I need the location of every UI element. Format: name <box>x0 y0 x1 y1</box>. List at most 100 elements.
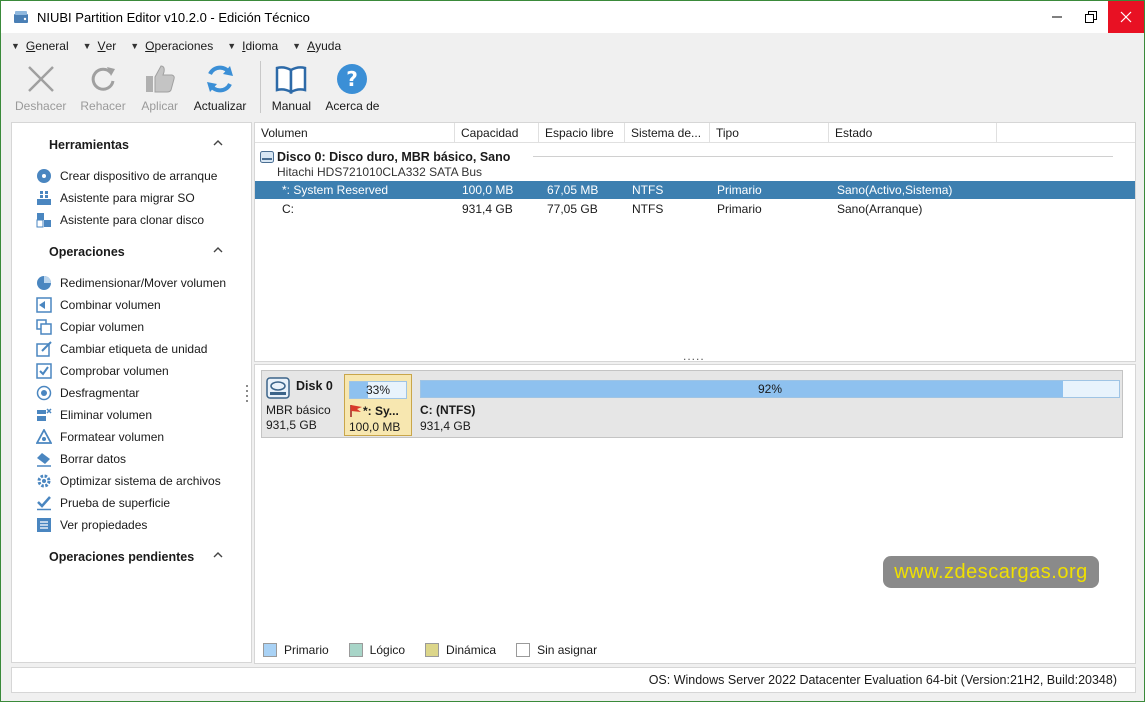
apply-button[interactable]: Aplicar <box>136 59 184 113</box>
legend-swatch <box>516 643 531 657</box>
task-resize-move[interactable]: Redimensionar/Mover volumen <box>36 273 226 293</box>
clone-icon <box>36 212 52 228</box>
menu-general-key: G <box>25 39 36 53</box>
about-button[interactable]: ? Acerca de <box>321 59 383 113</box>
eraser-icon <box>36 451 52 467</box>
task-defrag[interactable]: Desfragmentar <box>36 383 139 403</box>
disk-model: Hitachi HDS721010CLA332 SATA Bus <box>277 165 483 179</box>
help-icon: ? <box>332 59 372 99</box>
task-change-label[interactable]: Cambiar etiqueta de unidad <box>36 339 207 359</box>
refresh-button[interactable]: Actualizar <box>190 59 251 113</box>
divider <box>533 156 1113 157</box>
menu-operaciones[interactable]: ▼ Operaciones <box>130 39 213 53</box>
menu-ver[interactable]: ▼ Ver <box>83 39 117 53</box>
disk-bar[interactable]: Disk 0 MBR básico 931,5 GB 33% *: Sy... … <box>261 370 1123 438</box>
table-row[interactable]: *: System Reserved 100,0 MB 67,05 MB NTF… <box>255 181 1135 199</box>
menu-general-label: eneral <box>35 39 69 53</box>
pending-section-header[interactable]: Operaciones pendientes <box>12 546 252 568</box>
task-label: Comprobar volumen <box>60 364 169 378</box>
close-button[interactable] <box>1108 1 1144 33</box>
operations-section-header[interactable]: Operaciones <box>12 241 252 263</box>
chevron-down-icon: ▼ <box>11 41 20 51</box>
redo-button[interactable]: Rehacer <box>76 59 129 113</box>
task-properties[interactable]: Ver propiedades <box>36 515 147 535</box>
menu-idioma[interactable]: ▼ Idioma <box>227 39 278 53</box>
minimize-button[interactable] <box>1040 1 1074 33</box>
copy-icon <box>36 319 52 335</box>
task-label: Prueba de superficie <box>60 496 171 510</box>
apply-label: Aplicar <box>141 99 179 113</box>
task-surface-test[interactable]: Prueba de superficie <box>36 493 170 513</box>
cell-filesystem: NTFS <box>632 202 664 216</box>
redo-icon <box>83 59 123 99</box>
menu-ayuda[interactable]: ▼ Ayuda <box>292 39 341 53</box>
task-delete[interactable]: Eliminar volumen <box>36 405 152 425</box>
checkmark-icon <box>36 495 52 511</box>
thumbs-up-icon <box>140 59 180 99</box>
delete-icon <box>36 407 52 423</box>
task-clone-disk[interactable]: Asistente para clonar disco <box>36 210 204 230</box>
disk-map-panel: Disk 0 MBR básico 931,5 GB 33% *: Sy... … <box>254 364 1136 664</box>
task-merge[interactable]: Combinar volumen <box>36 295 161 315</box>
column-header-filesystem[interactable]: Sistema de... <box>625 123 710 143</box>
usage-bar: 92% <box>420 380 1120 398</box>
status-bar: OS: Windows Server 2022 Datacenter Evalu… <box>11 667 1136 693</box>
chevron-down-icon: ▼ <box>227 41 237 51</box>
legend-logical: Lógico <box>348 643 406 657</box>
manual-label: Manual <box>271 99 312 113</box>
partition-system-reserved[interactable]: 33% *: Sy... 100,0 MB <box>344 374 412 436</box>
app-logo-icon <box>13 9 29 25</box>
column-header-volume[interactable]: Volumen <box>255 123 455 143</box>
legend-unallocated: Sin asignar <box>516 643 597 657</box>
menu-ver-key: V <box>97 39 106 53</box>
minimize-icon <box>1052 16 1062 18</box>
defrag-icon <box>36 385 52 401</box>
task-format[interactable]: Formatear volumen <box>36 427 164 447</box>
toolbar-separator <box>260 61 262 113</box>
tools-section-header[interactable]: Herramientas <box>12 134 252 156</box>
column-header-free[interactable]: Espacio libre <box>539 123 625 143</box>
column-header-type[interactable]: Tipo <box>710 123 829 143</box>
pane-resize-handle[interactable]: ..... <box>683 349 705 363</box>
pending-section-title: Operaciones pendientes <box>49 550 195 564</box>
restore-icon <box>1085 11 1097 23</box>
task-migrate-os[interactable]: Asistente para migrar SO <box>36 188 195 208</box>
toolbar: Deshacer Rehacer Aplicar Actualizar Manu… <box>11 59 389 119</box>
cell-type: Primario <box>717 202 762 216</box>
undo-button[interactable]: Deshacer <box>11 59 70 113</box>
maximize-button[interactable] <box>1074 1 1108 33</box>
legend-swatch <box>425 643 440 657</box>
column-header-status[interactable]: Estado <box>829 123 997 143</box>
manual-button[interactable]: Manual <box>267 59 315 113</box>
about-label: Acerca de <box>325 99 380 113</box>
task-check[interactable]: Comprobar volumen <box>36 361 169 381</box>
task-optimize-fs[interactable]: Optimizar sistema de archivos <box>36 471 221 491</box>
disk-group-header[interactable]: Disco 0: Disco duro, MBR básico, Sano Hi… <box>255 147 1135 181</box>
chevron-up-icon <box>212 549 224 564</box>
task-create-boot-media[interactable]: Crear dispositivo de arranque <box>36 166 217 186</box>
task-label: Asistente para clonar disco <box>60 213 205 227</box>
refresh-label: Actualizar <box>193 99 247 113</box>
watermark: www.zdescargas.org <box>883 556 1099 588</box>
chevron-down-icon: ▼ <box>82 41 92 51</box>
task-copy[interactable]: Copiar volumen <box>36 317 144 337</box>
menu-bar: ▼ General ▼ Ver ▼ Operaciones ▼ Idioma ▼ Ayud… <box>11 35 355 57</box>
redo-label: Rehacer <box>80 99 126 113</box>
disc-icon <box>36 168 52 184</box>
cell-volume: *: System Reserved <box>282 183 389 197</box>
task-label: Crear dispositivo de arranque <box>60 169 218 183</box>
legend-label: Lógico <box>369 643 406 657</box>
panel-splitter[interactable] <box>245 383 249 403</box>
partition-c[interactable]: 92% C: (NTFS) 931,4 GB <box>416 374 1120 436</box>
hard-disk-icon <box>260 151 274 166</box>
usage-percent: 33% <box>365 383 391 397</box>
column-header-capacity[interactable]: Capacidad <box>455 123 539 143</box>
table-row[interactable]: C: 931,4 GB 77,05 GB NTFS Primario Sano(… <box>255 200 1135 218</box>
merge-icon <box>36 297 52 313</box>
menu-general[interactable]: ▼ General <box>11 39 69 53</box>
task-label: Formatear volumen <box>60 430 165 444</box>
chevron-up-icon <box>212 137 224 152</box>
task-wipe[interactable]: Borrar datos <box>36 449 126 469</box>
menu-operaciones-label: peraciones <box>154 39 214 53</box>
partition-label: C: (NTFS) <box>420 403 476 417</box>
